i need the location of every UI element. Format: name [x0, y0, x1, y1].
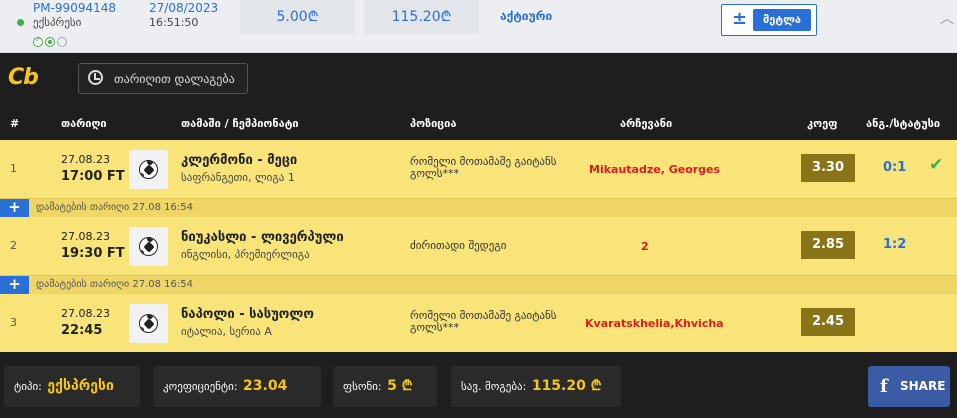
ticket-type: ექსპრესი [33, 16, 82, 29]
row-date: 27.08.23 [61, 153, 110, 166]
row-date: 27.08.23 [61, 307, 110, 320]
share-label: SHARE [900, 379, 946, 393]
progress-active-icon [45, 37, 55, 47]
col-odds: კოეფ [807, 117, 838, 130]
row-result: 1:2 [883, 237, 907, 252]
progress-check-icon [33, 35, 43, 47]
ticket-summary-bar: PM-99094148 ექსპრესი 27/08/2023 16:51:50… [0, 0, 957, 53]
date-sort-label: თარიღით დალაგება [114, 72, 235, 86]
row-pick: Kvaratskhelia,Khvicha [585, 317, 724, 330]
row-date: 27.08.23 [61, 230, 110, 243]
chevron-up-icon[interactable]: ︿ [940, 8, 954, 28]
row-time: 22:45 [61, 323, 103, 338]
table-row: 1 27.08.23 17:00 FT კლერმონი - მეცი საფრ… [0, 140, 957, 198]
ticket-id[interactable]: PM-99094148 [33, 1, 116, 15]
row-time: 17:00 FT [61, 169, 125, 184]
footer-payout: სავ. მოგება: 115.20 ₾ [451, 366, 621, 407]
row-num: 2 [10, 239, 17, 252]
row-odds: 2.45 [801, 308, 855, 336]
row-league: საფრანგეთი, ლიგა 1 [181, 171, 295, 184]
row-league: იტალია, სერია A [181, 325, 272, 338]
repeat-bet-label: მეტლა [753, 9, 811, 31]
table-row: 2 27.08.23 19:30 FT ნიუკასლი - ლივერპული… [0, 217, 957, 275]
footer-type: ტიპი: ექსპრესი [4, 366, 140, 407]
ticket-date: 27/08/2023 [149, 1, 219, 15]
repeat-bet-button[interactable]: ± მეტლა [721, 4, 817, 36]
footer-stake: ფსონი: 5 ₾ [333, 366, 437, 407]
row-market: ძირითადი შედეგი [410, 239, 507, 252]
col-num: # [10, 117, 20, 130]
row-market: რომელი მოთამაშე გაიტანს გოლს*** [410, 309, 557, 334]
row-match[interactable]: ნაპოლი - სასუოლო [181, 307, 314, 322]
footer-type-label: ტიპი: [14, 380, 42, 393]
footer-type-value: ექსპრესი [47, 378, 114, 394]
soccer-ball-icon [129, 150, 168, 189]
ticket-stake: 5.00₾ [240, 0, 355, 34]
added-date-row: + დამატების თარიღი 27.08 16:54 [0, 275, 957, 294]
check-icon: ✔ [929, 155, 944, 175]
ticket-progress-dots [33, 35, 67, 47]
plus-icon[interactable]: + [0, 276, 29, 294]
ticket-footer: ტიპი: ექსპრესი კოეფიციენტი: 23.04 ფსონი:… [0, 356, 957, 418]
brand-logo: Cb [8, 65, 39, 90]
status-dot-icon [17, 19, 24, 26]
col-pick: არჩევანი [620, 117, 673, 130]
row-result: 0:1 [883, 160, 907, 175]
facebook-icon: f [880, 376, 888, 397]
footer-coef: კოეფიციენტი: 23.04 [153, 366, 321, 407]
col-date: თარიღი [61, 117, 107, 130]
clock-icon [88, 70, 103, 85]
soccer-ball-icon [129, 304, 168, 343]
row-pick: Mikautadze, Georges [589, 163, 721, 176]
plus-icon[interactable]: + [0, 199, 29, 217]
added-date-row: + დამატების თარიღი 27.08 16:54 [0, 198, 957, 217]
progress-empty-icon [57, 37, 67, 47]
row-league: ინგლისი, პრემიერლიგა [181, 248, 310, 261]
ticket-time: 16:51:50 [149, 16, 199, 29]
ticket-status: აქტიური [500, 9, 553, 23]
row-num: 1 [10, 162, 17, 175]
footer-stake-label: ფსონი: [343, 380, 382, 393]
col-event: თამაში / ჩემპიონატი [181, 117, 299, 130]
footer-payout-value: 115.20 ₾ [531, 378, 602, 394]
col-market: პოზიცია [410, 117, 457, 130]
row-match[interactable]: კლერმონი - მეცი [181, 153, 297, 168]
date-sort-button[interactable]: თარიღით დალაგება [78, 63, 248, 94]
table-header: # თარიღი თამაში / ჩემპიონატი პოზიცია არჩ… [0, 106, 957, 140]
row-num: 3 [10, 316, 17, 329]
footer-coef-label: კოეფიციენტი: [163, 380, 238, 393]
row-match[interactable]: ნიუკასლი - ლივერპული [181, 230, 344, 245]
table-row: 3 27.08.23 22:45 ნაპოლი - სასუოლო იტალია… [0, 294, 957, 352]
added-date-text: დამატების თარიღი 27.08 16:54 [36, 202, 193, 213]
brand-bar: Cb თარიღით დალაგება [0, 53, 957, 106]
added-date-text: დამატების თარიღი 27.08 16:54 [36, 279, 193, 290]
row-pick: 2 [641, 240, 649, 253]
footer-stake-value: 5 ₾ [387, 378, 413, 394]
facebook-share-button[interactable]: f SHARE [868, 366, 950, 407]
footer-coef-value: 23.04 [243, 378, 288, 394]
plus-icon: ± [732, 8, 748, 29]
row-time: 19:30 FT [61, 246, 125, 261]
footer-payout-label: სავ. მოგება: [461, 380, 527, 393]
row-odds: 2.85 [801, 231, 855, 259]
soccer-ball-icon [129, 227, 168, 266]
col-result: ანგ./სტატუსი [866, 117, 941, 130]
row-odds: 3.30 [801, 154, 855, 182]
ticket-payout: 115.20₾ [364, 0, 479, 34]
row-market: რომელი მოთამაშე გაიტანს გოლს*** [410, 155, 557, 180]
